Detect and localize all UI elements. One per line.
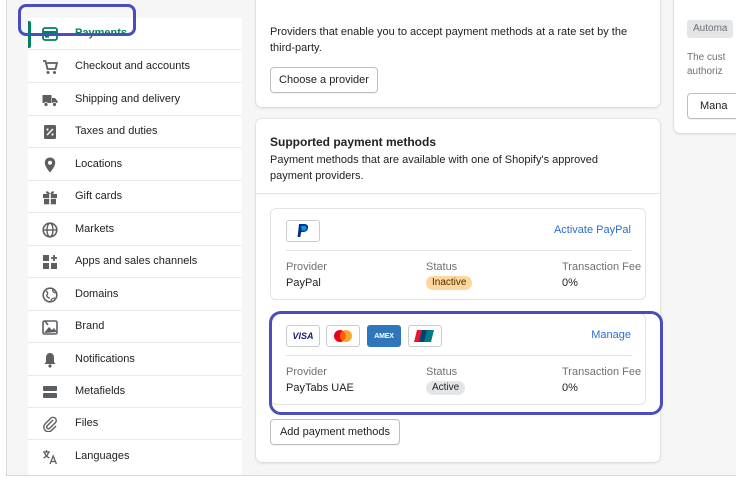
- paypal-method-card: Activate PayPal Provider Status Transact…: [270, 208, 646, 300]
- transaction-fee-value: 0%: [562, 277, 578, 289]
- paytabs-highlight-outline: [269, 311, 663, 415]
- sidebar-item-files[interactable]: Files: [28, 408, 242, 440]
- tax-icon: [42, 124, 58, 140]
- brand-icon: [42, 319, 58, 335]
- right-text-line2: authoriz: [687, 66, 723, 77]
- paypal-divider: [286, 250, 632, 251]
- sidebar-item-domains[interactable]: Domains: [28, 279, 242, 311]
- sidebar-item-label: Taxes and duties: [75, 125, 158, 137]
- sidebar-item-markets[interactable]: Markets: [28, 214, 242, 246]
- cart-icon: [42, 59, 58, 75]
- sidebar-item-metafields[interactable]: Metafields: [28, 376, 242, 408]
- sidebar-item-label: Brand: [75, 320, 105, 332]
- third-party-description: Providers that enable you to accept paym…: [270, 26, 628, 54]
- provider-value: PayPal: [286, 277, 321, 289]
- paypal-logo-icon: [286, 220, 320, 242]
- gift-icon: [42, 189, 58, 205]
- choose-provider-button[interactable]: Choose a provider: [270, 67, 378, 93]
- sidebar-item-label: Files: [75, 417, 99, 429]
- right-text-line1: The cust: [687, 52, 726, 63]
- sidebar-item-taxes[interactable]: Taxes and duties: [28, 116, 242, 148]
- sidebar-item-label: Languages: [75, 450, 130, 462]
- paperclip-icon: [42, 416, 58, 432]
- sidebar-item-checkout[interactable]: Checkout and accounts: [28, 51, 242, 83]
- sidebar-item-label: Notifications: [75, 353, 135, 365]
- section-title: Supported payment methods: [270, 135, 437, 149]
- provider-header: Provider: [286, 261, 327, 273]
- translate-icon: [42, 449, 58, 465]
- sidebar-item-shipping[interactable]: Shipping and delivery: [28, 84, 242, 116]
- add-payment-methods-button[interactable]: Add payment methods: [270, 419, 400, 445]
- sidebar-item-label: Domains: [75, 288, 119, 300]
- truck-icon: [42, 92, 58, 108]
- sidebar-item-notifications[interactable]: Notifications: [28, 344, 242, 376]
- automatic-tag: Automa: [687, 20, 734, 38]
- sidebar-item-label: Gift cards: [75, 190, 123, 202]
- sidebar-item-label: Locations: [75, 158, 123, 170]
- sidebar-item-gift-cards[interactable]: Gift cards: [28, 181, 242, 213]
- globe-icon: [42, 222, 58, 238]
- sidebar-item-label: Checkout and accounts: [75, 60, 190, 72]
- location-pin-icon: [42, 157, 58, 173]
- section-divider: [256, 193, 660, 194]
- third-party-providers-card: Providers that enable you to accept paym…: [256, 0, 660, 107]
- sidebar-item-locations[interactable]: Locations: [28, 149, 242, 181]
- status-badge: Inactive: [426, 276, 473, 290]
- transaction-fee-header: Transaction Fee: [562, 261, 642, 273]
- manage-button[interactable]: Mana: [687, 93, 736, 119]
- sidebar-item-brand[interactable]: Brand: [28, 311, 242, 343]
- payments-highlight-outline: [18, 4, 136, 36]
- sidebar-item-label: Shipping and delivery: [75, 93, 181, 105]
- domain-globe-icon: [42, 287, 58, 303]
- sidebar-item-label: Markets: [75, 223, 115, 235]
- sidebar-item-label: Apps and sales channels: [75, 255, 198, 267]
- sidebar-item-label: Metafields: [75, 385, 126, 397]
- metafields-icon: [42, 384, 58, 400]
- settings-sidebar: Payments Checkout and accounts Shipping …: [28, 18, 242, 475]
- sidebar-item-languages[interactable]: Languages: [28, 441, 242, 473]
- right-side-card: Automa The cust authoriz Mana: [674, 0, 736, 133]
- sidebar-item-apps[interactable]: Apps and sales channels: [28, 246, 242, 278]
- status-header: Status: [426, 261, 458, 273]
- section-description: Payment methods that are available with …: [270, 154, 599, 182]
- activate-paypal-link[interactable]: Activate PayPal: [554, 224, 631, 236]
- settings-window: Payments Checkout and accounts Shipping …: [6, 0, 736, 476]
- apps-icon: [42, 254, 58, 270]
- bell-icon: [42, 352, 58, 368]
